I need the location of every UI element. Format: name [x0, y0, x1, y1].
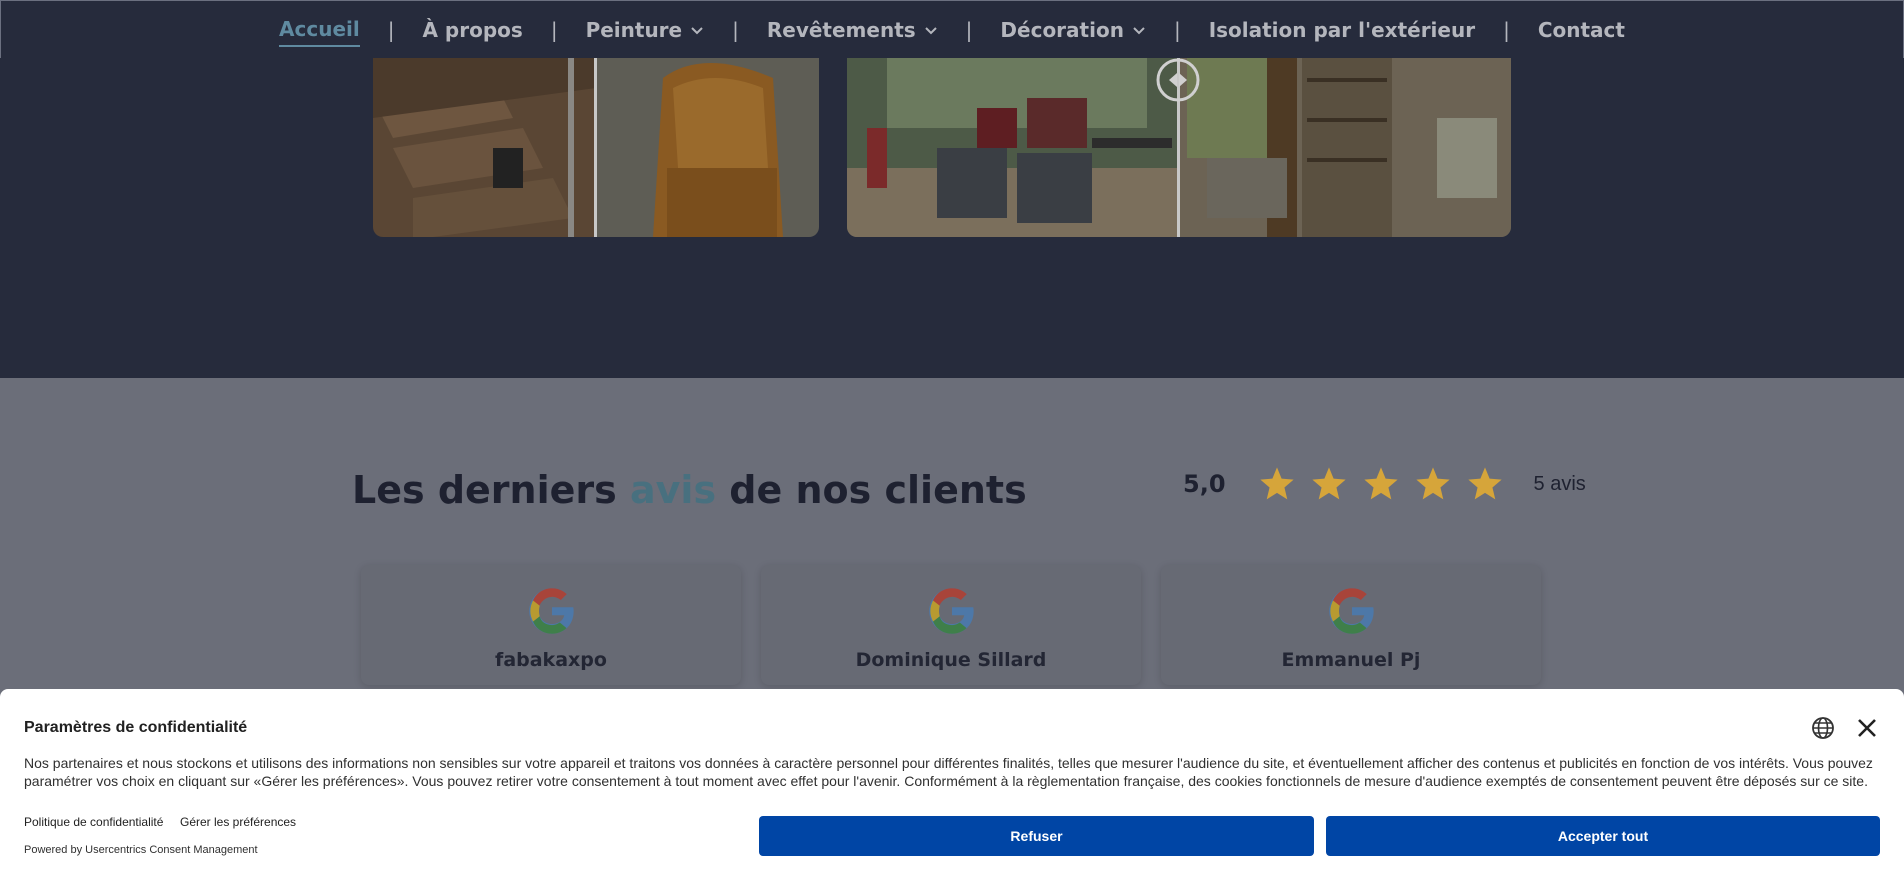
nav-label: Décoration [1000, 18, 1124, 42]
rating-value: 5,0 [1183, 470, 1226, 498]
review-card[interactable]: Emmanuel Pj [1161, 565, 1541, 685]
nav-item-a-propos[interactable]: À propos [422, 14, 522, 46]
nav-separator: | [550, 18, 558, 42]
before-after-image-stairs[interactable] [373, 58, 819, 237]
top-navigation: Accueil | À propos | Peinture | Revêteme… [0, 0, 1904, 60]
star-icon [1311, 467, 1346, 500]
review-card[interactable]: fabakaxpo [361, 565, 741, 685]
reviewer-name: fabakaxpo [495, 649, 607, 671]
nav-item-accueil[interactable]: Accueil [279, 13, 360, 47]
nav-label: Revêtements [766, 18, 916, 42]
star-icon [1415, 467, 1450, 500]
before-after-image-livingroom[interactable] [847, 58, 1511, 237]
nav-item-revetements[interactable]: Revêtements [767, 14, 938, 46]
stairs-chair-photo [373, 58, 819, 237]
nav-item-contact[interactable]: Contact [1538, 14, 1625, 46]
nav-separator: | [387, 18, 395, 42]
title-text: Les derniers [352, 468, 630, 512]
refuse-button[interactable]: Refuser [759, 816, 1314, 856]
star-icon [1259, 467, 1294, 500]
google-icon [929, 588, 974, 634]
consent-title: Paramètres de confidentialité [24, 719, 248, 736]
powered-by-text: Powered by Usercentrics Consent Manageme… [24, 844, 258, 856]
rating-summary: 5,0 5 avis [1183, 465, 1586, 503]
reviewer-name: Dominique Sillard [855, 649, 1047, 671]
title-accent: avis [630, 468, 717, 512]
chevron-down-icon [1133, 27, 1145, 35]
nav-separator: | [732, 18, 739, 42]
manage-preferences-link[interactable]: Gérer les préférences [180, 815, 296, 829]
nav-label: Peinture [585, 18, 683, 42]
nav-item-isolation[interactable]: Isolation par l'extérieur [1209, 14, 1475, 46]
title-text: de nos clients [716, 468, 1027, 512]
review-count: 5 avis [1533, 472, 1586, 495]
google-icon [1329, 588, 1374, 634]
nav-menu: Accueil | À propos | Peinture | Revêteme… [279, 13, 1625, 47]
nav-item-decoration[interactable]: Décoration [1000, 14, 1146, 46]
nav-label: À propos [422, 18, 523, 42]
chevron-down-icon [691, 27, 703, 35]
chevron-down-icon [924, 27, 937, 35]
star-icon [1363, 467, 1398, 500]
nav-label: Isolation par l'extérieur [1208, 18, 1476, 42]
close-icon[interactable] [1855, 716, 1879, 740]
nav-separator: | [965, 18, 973, 42]
living-room-photo [847, 58, 1511, 237]
accept-all-button[interactable]: Accepter tout [1326, 816, 1880, 856]
nav-separator: | [1173, 18, 1181, 42]
nav-label: Accueil [279, 17, 360, 41]
reviewer-name: Emmanuel Pj [1281, 649, 1421, 671]
privacy-policy-link[interactable]: Politique de confidentialité [24, 815, 163, 829]
globe-icon[interactable] [1811, 716, 1835, 740]
reviews-title: Les derniers avis de nos clients [352, 468, 1027, 512]
star-icon [1467, 467, 1502, 500]
review-card[interactable]: Dominique Sillard [761, 565, 1141, 685]
nav-separator: | [1503, 18, 1510, 42]
nav-label: Contact [1537, 18, 1625, 42]
cookie-consent-banner: Paramètres de confidentialité Nos parten… [0, 689, 1904, 880]
consent-description: Nos partenaires et nous stockons et util… [24, 755, 1873, 789]
nav-item-peinture[interactable]: Peinture [586, 14, 705, 46]
google-icon [529, 588, 574, 634]
